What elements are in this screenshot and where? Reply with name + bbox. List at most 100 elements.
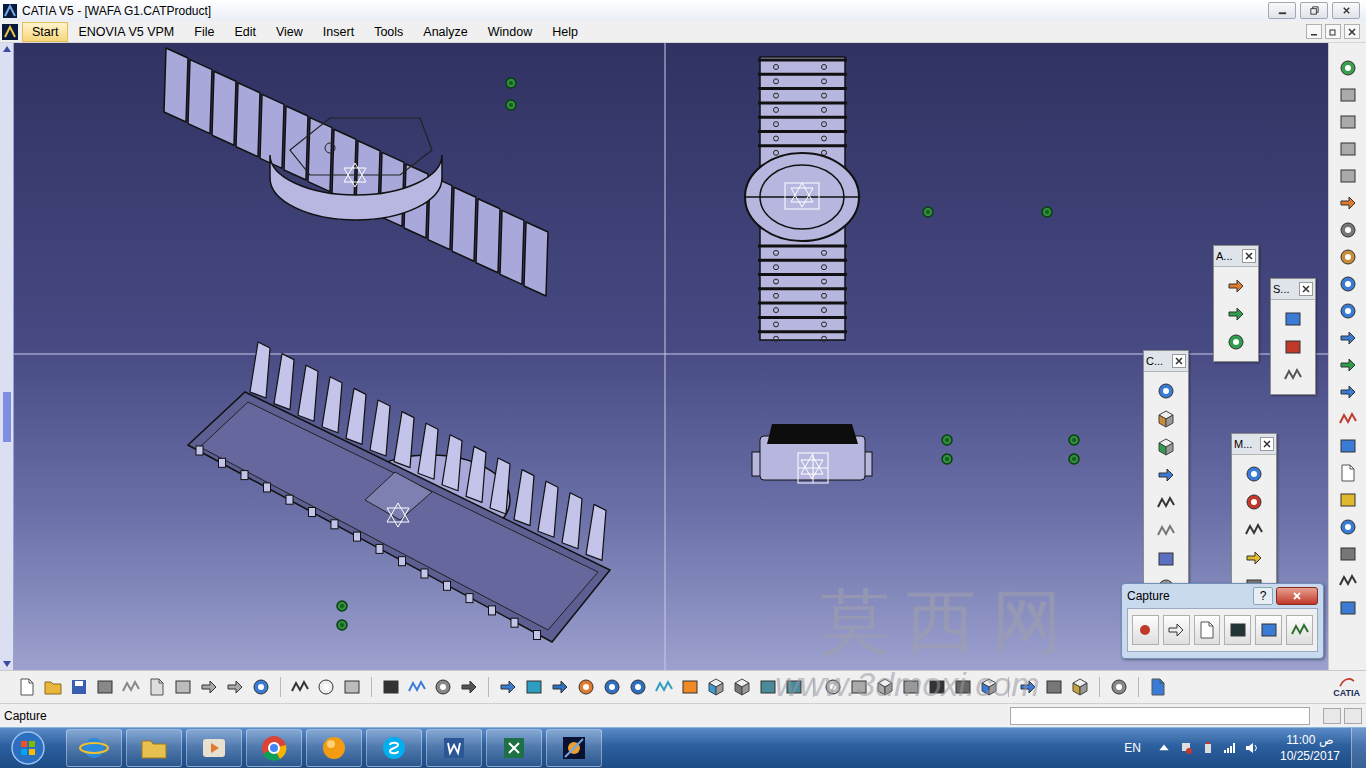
toolbar-button[interactable] [1282,364,1304,386]
toolbar-close-button[interactable] [1172,354,1186,368]
show-desktop-button[interactable] [1351,728,1366,768]
constraint-dot-icon[interactable] [337,620,347,630]
toolbar-button[interactable] [1155,464,1177,486]
toolbar-button[interactable] [575,676,597,698]
toolbar-button[interactable] [627,676,649,698]
floating-toolbar[interactable]: A... [1213,245,1259,362]
capture-close-button[interactable] [1276,587,1318,605]
toolbar-button[interactable] [1337,381,1359,403]
toolbar-button[interactable] [1282,308,1304,330]
toolbar-close-button[interactable] [1299,282,1313,296]
toolbar-button[interactable] [679,676,701,698]
toolbar-button[interactable] [380,676,402,698]
start-button[interactable] [4,728,52,768]
toolbar-button[interactable] [1155,520,1177,542]
toolbar-button[interactable] [68,676,90,698]
toolbar-button[interactable] [874,676,896,698]
isometric-view[interactable] [164,48,548,296]
doc-restore-button[interactable] [1325,24,1341,39]
toolbar-header[interactable]: A... [1214,246,1258,267]
toolbar-button[interactable] [1243,519,1265,541]
minimize-button[interactable] [1268,2,1296,19]
toolbar-button[interactable] [822,676,844,698]
clock[interactable]: 11:00 ص 10/25/2017 [1279,732,1341,764]
toolbar-button[interactable] [1243,463,1265,485]
taskbar-app[interactable] [186,729,242,767]
toolbar-button[interactable] [1155,436,1177,458]
toolbar-button[interactable] [1337,219,1359,241]
floating-toolbar[interactable]: C... [1143,350,1189,612]
toolbar-button[interactable] [705,676,727,698]
close-button[interactable] [1332,2,1360,19]
toolbar-button[interactable] [1337,165,1359,187]
constraint-dot-icon[interactable] [942,435,952,445]
catia-menu-icon[interactable] [2,24,18,40]
help-button[interactable]: ? [1253,587,1273,605]
toolbar-button[interactable] [341,676,363,698]
menu-item[interactable]: Window [478,22,542,42]
floating-toolbar[interactable]: M... [1231,433,1277,595]
toolbar-close-button[interactable] [1260,437,1274,451]
toolbar-button[interactable] [1337,300,1359,322]
menu-item[interactable]: File [184,22,224,42]
taskbar-app[interactable] [486,729,542,767]
toolbar-button[interactable] [1337,327,1359,349]
toolbar-button[interactable] [1043,676,1065,698]
toolbar-button[interactable] [1243,491,1265,513]
toolbar-button[interactable] [289,676,311,698]
toolbar-button[interactable] [1282,336,1304,358]
capture-button[interactable] [1132,615,1159,645]
toolbar-button[interactable] [432,676,454,698]
down-arrow-icon[interactable] [2,660,12,668]
toolbar-header[interactable]: C... [1144,351,1188,372]
toolbar-button[interactable] [653,676,675,698]
toolbar-button[interactable] [1243,547,1265,569]
floating-toolbar[interactable]: S... [1270,278,1316,395]
scroll-thumb[interactable] [3,392,11,442]
taskbar-app[interactable] [126,729,182,767]
toolbar-button[interactable] [250,676,272,698]
toolbar-button[interactable] [601,676,623,698]
toolbar-button[interactable] [900,676,922,698]
capture-toolbar[interactable]: Capture ? [1121,583,1324,659]
toolbar-button[interactable] [406,676,428,698]
toolbar-button[interactable] [731,676,753,698]
status-button[interactable] [1323,708,1341,724]
constraint-dot-icon[interactable] [1069,454,1079,464]
toolbar-button[interactable] [1108,676,1130,698]
volume-icon[interactable] [1245,741,1259,755]
power-icon[interactable] [1201,741,1215,755]
capture-button[interactable] [1286,615,1313,645]
constraint-dot-icon[interactable] [337,601,347,611]
toolbar-button[interactable] [1337,489,1359,511]
command-input[interactable] [1010,707,1310,725]
toolbar-button[interactable] [1225,303,1247,325]
network-icon[interactable] [1223,741,1237,755]
taskbar-app[interactable] [426,729,482,767]
toolbar-button[interactable] [1337,138,1359,160]
toolbar-button[interactable] [1155,408,1177,430]
toolbar-button[interactable] [1337,570,1359,592]
toolbar-button[interactable] [198,676,220,698]
toolbar-button[interactable] [1337,192,1359,214]
side-view[interactable] [752,424,872,483]
capture-button[interactable] [1194,615,1221,645]
capture-button[interactable] [1255,615,1282,645]
constraint-dot-icon[interactable] [506,78,516,88]
toolbar-button[interactable] [1155,548,1177,570]
toolbar-button[interactable] [458,676,480,698]
toolbar-button[interactable] [224,676,246,698]
toolbar-button[interactable] [1337,111,1359,133]
doc-minimize-button[interactable] [1306,24,1322,39]
toolbar-button[interactable] [497,676,519,698]
toolbar-header[interactable]: M... [1232,434,1276,455]
toolbar-button[interactable] [1337,516,1359,538]
menu-item[interactable]: Analyze [413,22,477,42]
capture-button[interactable] [1224,615,1251,645]
toolbar-button[interactable] [16,676,38,698]
constraint-dot-icon[interactable] [1042,207,1052,217]
up-arrow-icon[interactable] [2,45,12,53]
menu-item[interactable]: Insert [313,22,364,42]
toolbar-button[interactable] [172,676,194,698]
toolbar-button[interactable] [1337,246,1359,268]
